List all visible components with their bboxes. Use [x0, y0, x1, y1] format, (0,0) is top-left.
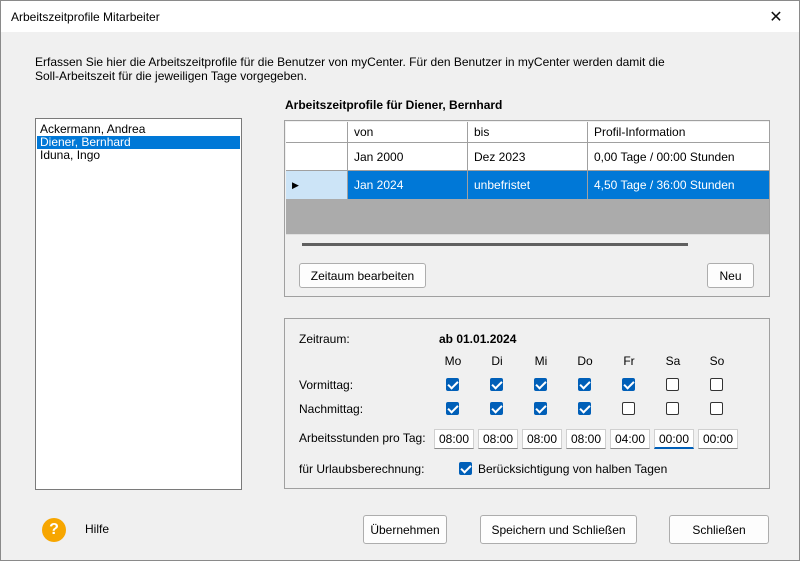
intro-text: Erfassen Sie hier die Arbeitszeitprofile… — [35, 55, 665, 83]
afternoon-checkbox-fr[interactable] — [622, 402, 635, 415]
hours-label: Arbeitsstunden pro Tag: — [299, 431, 426, 445]
day-label-di: Di — [491, 354, 503, 368]
period-value: ab 01.01.2024 — [439, 332, 517, 346]
day-label-sa: Sa — [665, 354, 681, 368]
afternoon-checkbox-so[interactable] — [710, 402, 723, 415]
user-list[interactable]: Ackermann, Andrea Diener, Bernhard Iduna… — [35, 118, 242, 490]
hours-input-sa[interactable]: 00:00 — [654, 429, 694, 449]
morning-checkbox-mo[interactable] — [446, 378, 459, 391]
morning-checkbox-sa[interactable] — [666, 378, 679, 391]
cell-bis[interactable]: Dez 2023 — [468, 143, 588, 170]
afternoon-label: Nachmittag: — [299, 402, 364, 416]
title-bar: Arbeitszeitprofile Mitarbeiter ✕ — [1, 1, 799, 32]
question-icon[interactable]: ? — [42, 518, 66, 542]
profile-detail-group: Zeitraum: ab 01.01.2024 Mo Di Mi Do Fr S… — [284, 318, 770, 489]
day-label-so: So — [709, 354, 725, 368]
morning-checkbox-do[interactable] — [578, 378, 591, 391]
profile-title: Arbeitszeitprofile für Diener, Bernhard — [285, 98, 503, 112]
profile-grid[interactable]: von bis Profil-Information Jan 2000 Dez … — [286, 122, 769, 252]
row-indicator-icon[interactable]: ▶ — [286, 171, 348, 199]
help-label[interactable]: Hilfe — [85, 522, 109, 536]
hours-input-di[interactable]: 08:00 — [478, 429, 518, 449]
hours-input-do[interactable]: 08:00 — [566, 429, 606, 449]
half-days-label[interactable]: Berücksichtigung von halben Tagen — [478, 462, 667, 476]
grid-header-von[interactable]: von — [348, 122, 468, 142]
morning-checkbox-di[interactable] — [490, 378, 503, 391]
table-row-selected[interactable]: ▶ Jan 2024 unbefristet 4,50 Tage / 36:00… — [286, 171, 769, 199]
cell-von[interactable]: Jan 2024 — [348, 171, 468, 199]
profile-grid-group: von bis Profil-Information Jan 2000 Dez … — [284, 120, 770, 297]
morning-checkbox-mi[interactable] — [534, 378, 547, 391]
hours-input-so[interactable]: 00:00 — [698, 429, 738, 449]
grid-header: von bis Profil-Information — [286, 122, 769, 143]
afternoon-checkbox-do[interactable] — [578, 402, 591, 415]
new-button[interactable]: Neu — [707, 263, 754, 288]
day-label-do: Do — [577, 354, 593, 368]
afternoon-checkbox-mi[interactable] — [534, 402, 547, 415]
user-list-item[interactable]: Iduna, Ingo — [37, 149, 240, 162]
table-row[interactable]: Jan 2000 Dez 2023 0,00 Tage / 00:00 Stun… — [286, 143, 769, 171]
cell-info[interactable]: 0,00 Tage / 00:00 Stunden — [588, 143, 769, 170]
day-label-fr: Fr — [623, 354, 635, 368]
grid-header-bis[interactable]: bis — [468, 122, 588, 142]
apply-button[interactable]: Übernehmen — [363, 515, 447, 544]
grid-header-corner — [286, 122, 348, 142]
cell-bis[interactable]: unbefristet — [468, 171, 588, 199]
horizontal-scrollbar[interactable] — [286, 234, 769, 252]
day-label-mi: Mi — [534, 354, 548, 368]
vacation-label: für Urlaubsberechnung: — [299, 462, 425, 476]
scrollbar-thumb[interactable] — [302, 243, 688, 246]
day-label-mo: Mo — [444, 354, 462, 368]
morning-checkbox-fr[interactable] — [622, 378, 635, 391]
grid-header-info[interactable]: Profil-Information — [588, 122, 769, 142]
morning-label: Vormittag: — [299, 378, 354, 392]
afternoon-checkbox-di[interactable] — [490, 402, 503, 415]
afternoon-checkbox-sa[interactable] — [666, 402, 679, 415]
edit-period-button[interactable]: Zeitaum bearbeiten — [299, 263, 426, 288]
window-title: Arbeitszeitprofile Mitarbeiter — [11, 10, 160, 24]
cell-von[interactable]: Jan 2000 — [348, 143, 468, 170]
morning-checkbox-so[interactable] — [710, 378, 723, 391]
save-close-button[interactable]: Speichern und Schließen — [480, 515, 637, 544]
dialog-window: Arbeitszeitprofile Mitarbeiter ✕ Erfasse… — [0, 0, 800, 561]
hours-input-mo[interactable]: 08:00 — [434, 429, 474, 449]
row-header[interactable] — [286, 143, 348, 170]
close-button[interactable]: Schließen — [669, 515, 769, 544]
half-days-checkbox[interactable] — [459, 462, 472, 475]
close-icon[interactable]: ✕ — [753, 1, 799, 32]
hours-input-fr[interactable]: 04:00 — [610, 429, 650, 449]
afternoon-checkbox-mo[interactable] — [446, 402, 459, 415]
period-label: Zeitraum: — [299, 332, 350, 346]
cell-info[interactable]: 4,50 Tage / 36:00 Stunden — [588, 171, 769, 199]
hours-input-mi[interactable]: 08:00 — [522, 429, 562, 449]
